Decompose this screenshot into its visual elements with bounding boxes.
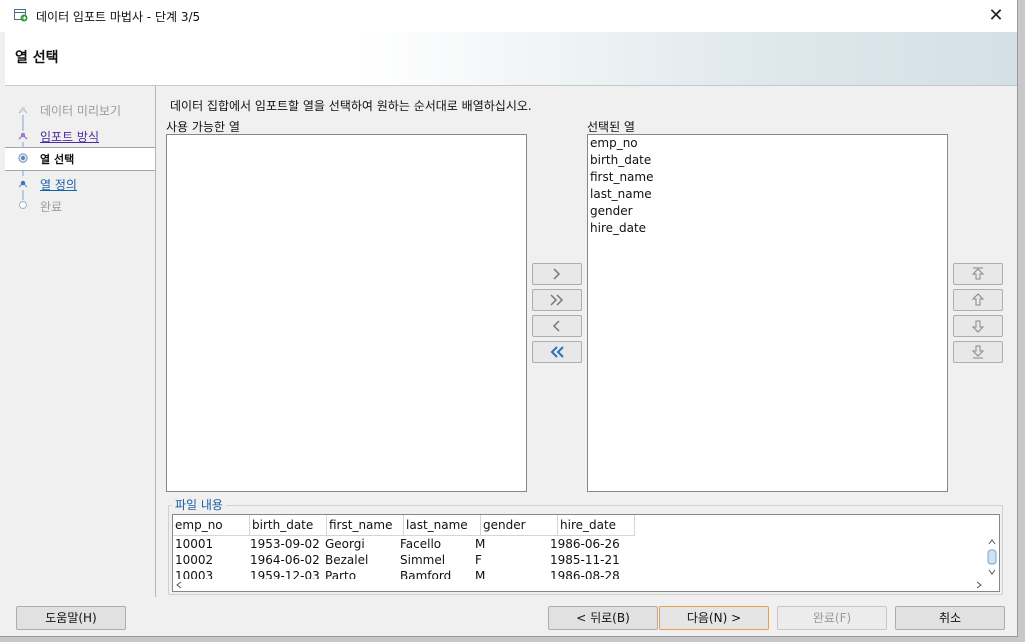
cancel-button[interactable]: 취소 <box>895 606 1005 630</box>
step-header: 열 선택 <box>5 32 1017 86</box>
step-label[interactable]: 열 정의 <box>40 176 77 193</box>
chevron-left-icon <box>552 320 560 332</box>
selected-columns-list[interactable]: emp_no birth_date first_name last_name g… <box>587 134 948 492</box>
list-item[interactable]: birth_date <box>588 152 947 169</box>
window-title: 데이터 임포트 마법사 - 단계 3/5 <box>36 10 201 24</box>
table-cell: Bezalel <box>325 553 369 567</box>
column-header: hire_date <box>558 515 635 536</box>
step-finish: 완료 <box>5 195 155 217</box>
back-button[interactable]: < 뒤로(B) <box>548 606 658 630</box>
list-item[interactable]: emp_no <box>588 135 947 152</box>
step-column-select: 열 선택 <box>5 147 155 171</box>
chevron-right-icon <box>553 268 561 280</box>
arrow-bottom-icon <box>971 345 985 359</box>
move-all-right-button[interactable] <box>532 289 582 311</box>
file-preview-table[interactable]: emp_no birth_date first_name last_name g… <box>172 514 1000 592</box>
move-top-button[interactable] <box>953 263 1003 285</box>
table-cell: 1985-11-21 <box>550 553 620 567</box>
step-label: 데이터 미리보기 <box>40 104 122 118</box>
help-button[interactable]: 도움말(H) <box>16 606 126 630</box>
list-item[interactable]: hire_date <box>588 220 947 237</box>
table-cell: 10001 <box>175 537 214 551</box>
step-label: 열 선택 <box>40 153 75 166</box>
horizontal-scrollbar[interactable] <box>173 579 985 591</box>
double-chevron-left-icon <box>550 346 564 358</box>
double-chevron-right-icon <box>550 294 564 306</box>
table-cell: 10002 <box>175 553 214 567</box>
step-data-preview: 데이터 미리보기 <box>5 99 155 121</box>
list-item[interactable]: gender <box>588 203 947 220</box>
file-content-legend: 파일 내용 <box>172 496 226 513</box>
available-columns-label: 사용 가능한 열 <box>166 120 240 134</box>
move-bottom-button[interactable] <box>953 341 1003 363</box>
list-item[interactable]: last_name <box>588 186 947 203</box>
selected-columns-label: 선택된 열 <box>587 120 635 134</box>
step-node-icon <box>19 201 27 209</box>
table-row: 10001 1953-09-02 Georgi Facello M 1986-0… <box>173 536 623 552</box>
title-bar: 데이터 임포트 마법사 - 단계 3/5 ✕ <box>0 0 1017 32</box>
next-button[interactable]: 다음(N) > <box>659 606 769 630</box>
table-cell: F <box>475 553 482 567</box>
column-header: first_name <box>327 515 404 536</box>
table-body: 10001 1953-09-02 Georgi Facello M 1986-0… <box>173 536 623 584</box>
page-title: 열 선택 <box>15 50 59 66</box>
step-node-icon <box>18 180 28 188</box>
step-column-define[interactable]: 열 정의 <box>5 173 155 195</box>
instruction-text: 데이터 집합에서 임포트할 열을 선택하여 원하는 순서대로 배열하십시오. <box>170 99 532 113</box>
step-import-method[interactable]: 임포트 방식 <box>5 125 155 147</box>
column-header: last_name <box>404 515 481 536</box>
table-cell: 1986-06-26 <box>550 537 620 551</box>
move-up-button[interactable] <box>953 289 1003 311</box>
step-label[interactable]: 임포트 방식 <box>40 128 99 145</box>
list-item[interactable]: first_name <box>588 169 947 186</box>
table-cell: 1964-06-02 <box>250 553 320 567</box>
table-cell: Simmel <box>400 553 446 567</box>
arrow-top-icon <box>971 267 985 280</box>
app-icon <box>14 9 28 22</box>
table-cell: Georgi <box>325 537 365 551</box>
table-header: emp_no birth_date first_name last_name g… <box>173 515 635 536</box>
wizard-window: 데이터 임포트 마법사 - 단계 3/5 ✕ 열 선택 데이터 미리보기 임포트… <box>0 0 1018 637</box>
table-cell: M <box>475 537 486 551</box>
move-left-button[interactable] <box>532 315 582 337</box>
column-header: gender <box>481 515 558 536</box>
step-label: 완료 <box>40 200 63 214</box>
step-node-icon <box>18 132 28 140</box>
column-header: birth_date <box>250 515 327 536</box>
table-cell: 1953-09-02 <box>250 537 320 551</box>
available-columns-list[interactable] <box>166 134 527 492</box>
arrow-down-icon <box>971 320 985 333</box>
move-right-button[interactable] <box>532 263 582 285</box>
arrow-up-icon <box>971 293 985 306</box>
table-row: 10002 1964-06-02 Bezalel Simmel F 1985-1… <box>173 552 623 568</box>
vertical-scrollbar[interactable] <box>985 535 999 579</box>
steps-panel: 데이터 미리보기 임포트 방식 열 선택 열 정의 완료 <box>5 86 156 597</box>
move-all-left-button[interactable] <box>532 341 582 363</box>
finish-button[interactable]: 완료(F) <box>777 606 887 630</box>
step-node-icon <box>18 107 28 114</box>
close-button[interactable]: ✕ <box>981 2 1011 30</box>
table-cell: Facello <box>400 537 442 551</box>
move-down-button[interactable] <box>953 315 1003 337</box>
step-current-icon <box>18 153 28 163</box>
column-header: emp_no <box>173 515 250 536</box>
